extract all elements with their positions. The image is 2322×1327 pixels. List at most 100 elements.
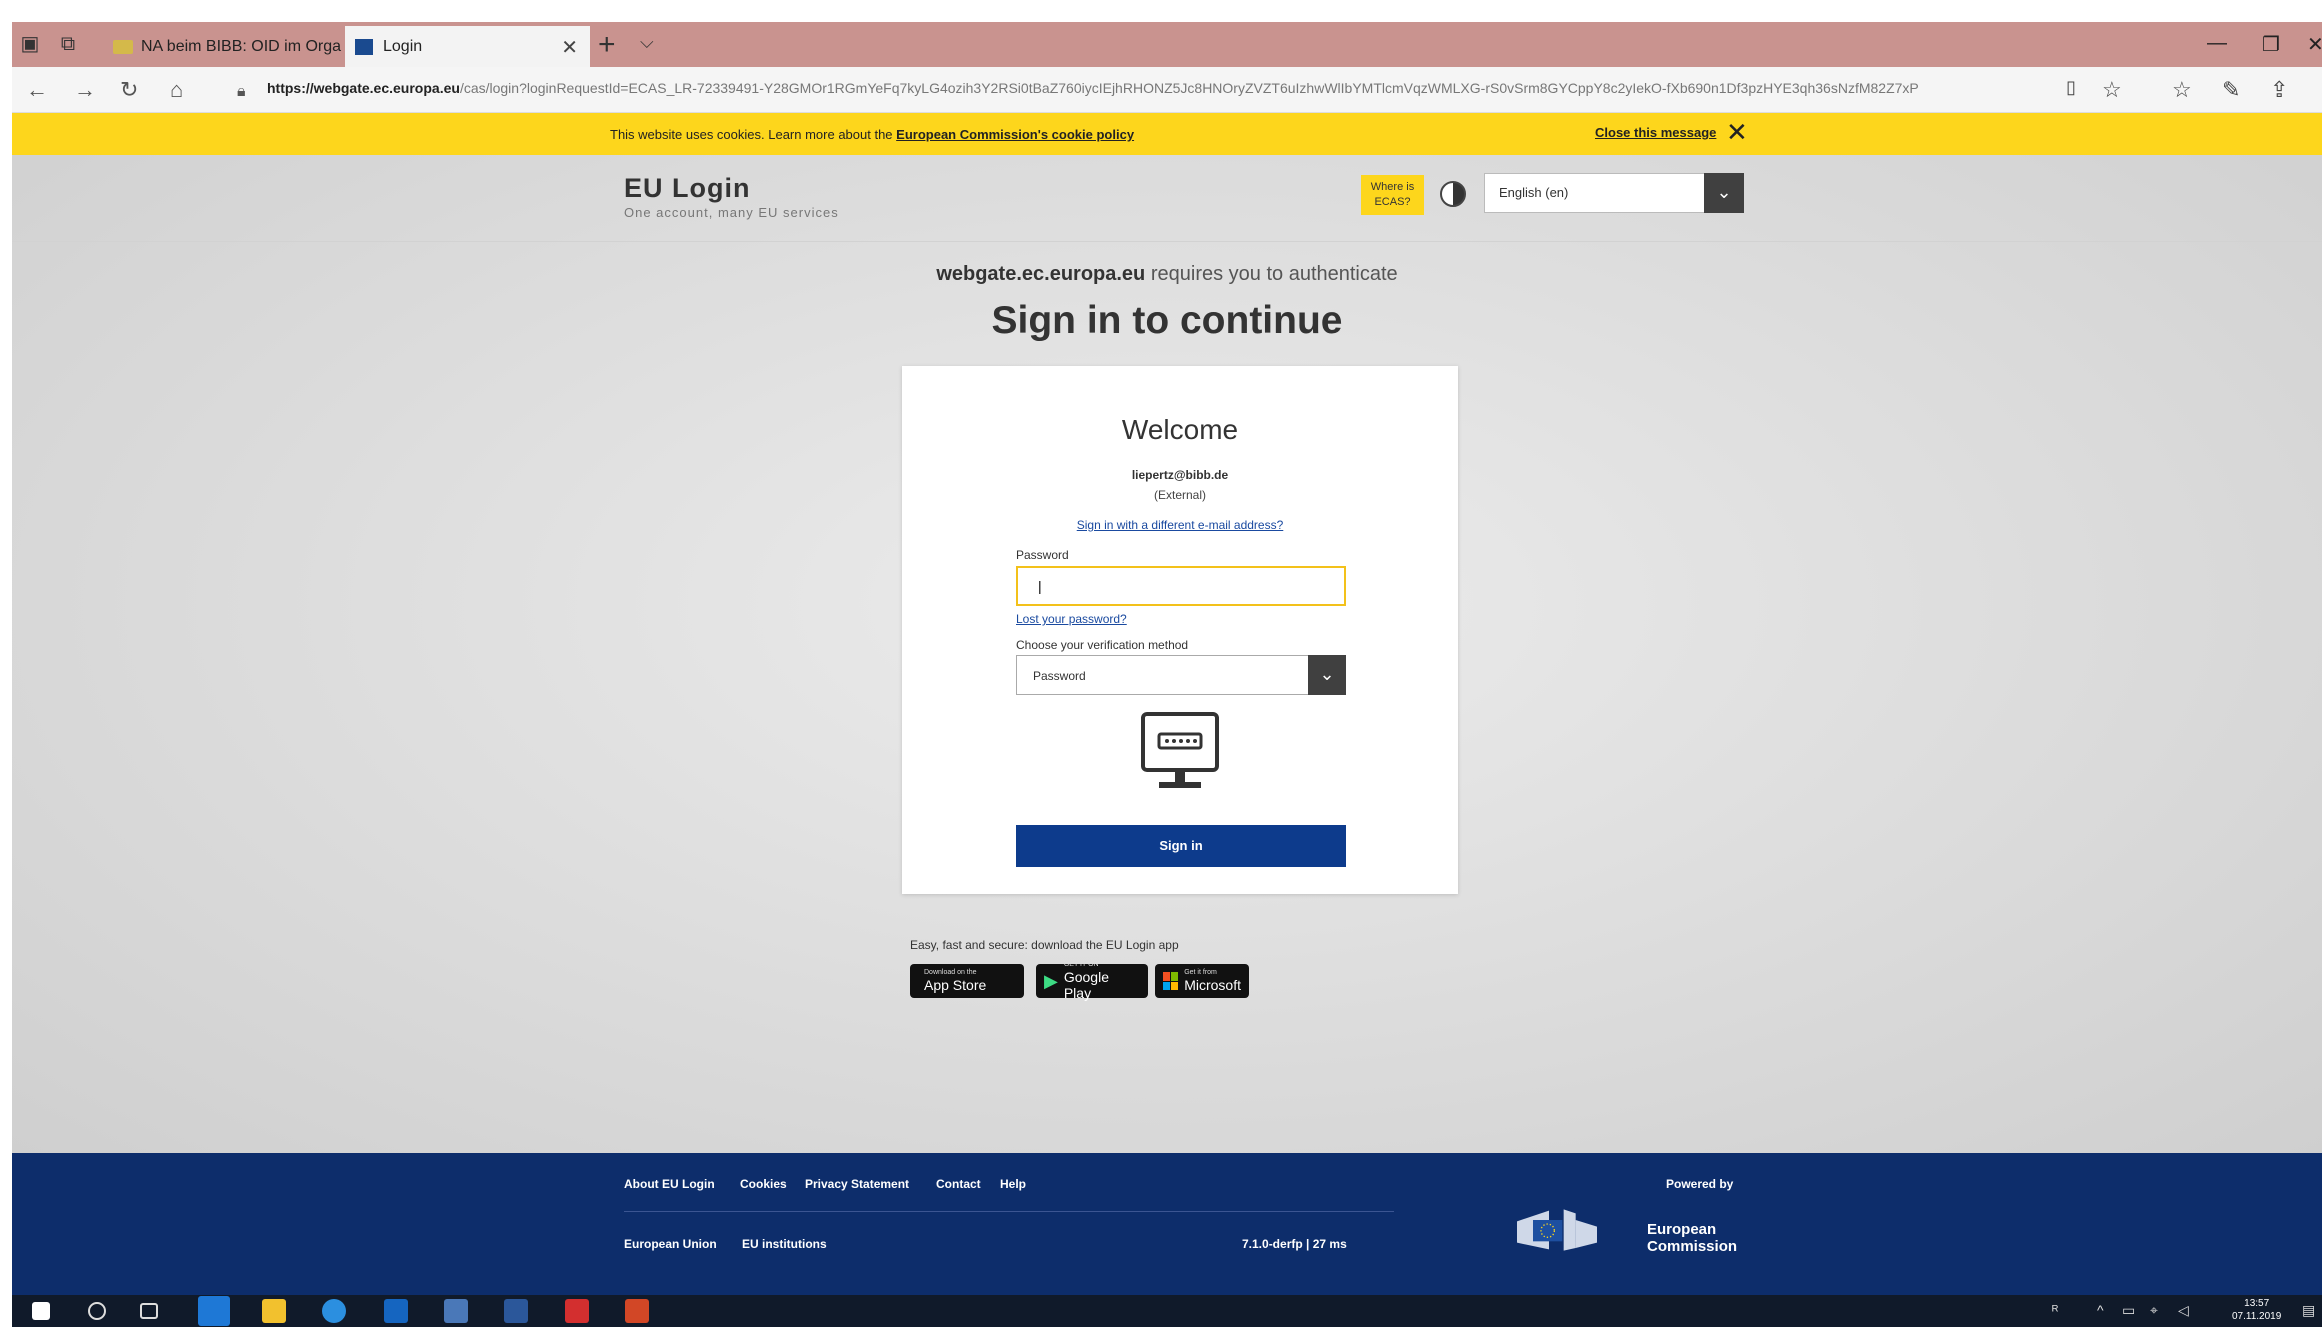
footer-link-privacy[interactable]: Privacy Statement [805,1177,909,1191]
window-close-icon[interactable]: ✕ [2307,32,2322,57]
edge-browser-icon[interactable] [198,1296,230,1326]
new-tab-icon[interactable]: + [598,28,616,62]
address-bar: ← → ↻ ⌂ 🔒︎ https://webgate.ec.europa.eu/… [12,67,2322,113]
tab-active[interactable]: Login ✕ [345,26,590,67]
search-icon[interactable] [88,1302,106,1320]
refresh-icon[interactable]: ↻ [120,77,138,103]
volume-icon[interactable]: ◁ [2178,1302,2189,1319]
lost-password-link[interactable]: Lost your password? [1016,612,1127,626]
contrast-icon[interactable] [1440,181,1466,207]
notifications-icon[interactable]: ▤ [2302,1302,2315,1319]
cookie-text: This website uses cookies. Learn more ab… [610,127,1134,142]
cookie-policy-link[interactable]: European Commission's cookie policy [896,127,1134,142]
clock-time: 13:57 [2244,1298,2270,1309]
home-icon[interactable]: ⌂ [170,77,183,103]
file-explorer-icon[interactable] [262,1299,286,1323]
battery-icon[interactable]: ▭ [2122,1302,2135,1319]
google-play-badge[interactable]: ▶ GET IT ON Google Play [1036,961,1148,1001]
verification-method-select[interactable]: Password ⌄ [1016,655,1346,695]
outlook-icon[interactable] [384,1299,408,1323]
footer-link-about[interactable]: About EU Login [624,1177,715,1191]
footer-link-help[interactable]: Help [1000,1177,1026,1191]
powerpoint-icon[interactable] [625,1299,649,1323]
login-card: Welcome liepertz@bibb.de (External) Sign… [902,366,1458,894]
brand-subtitle: One account, many EU services [624,205,839,220]
back-icon[interactable]: ← [26,77,48,103]
footer-link-eu-institutions[interactable]: EU institutions [742,1237,827,1251]
ec-name-line2: Commission [1647,1238,1738,1255]
chevron-down-icon: ⌄ [1704,173,1744,213]
restore-icon[interactable]: ❐ [2262,32,2280,57]
network-icon[interactable]: ⌖ [2150,1302,2158,1319]
app-store-small-text: Download on the [924,969,977,976]
footer-link-contact[interactable]: Contact [936,1177,981,1191]
url-host: https://webgate.ec.europa.eu [267,80,460,96]
acrobat-icon[interactable] [565,1299,589,1323]
google-play-text: Google Play [1063,969,1109,1001]
brand-title[interactable]: EU Login [624,173,750,204]
european-commission-logo-icon [1517,1209,1597,1251]
screen: ▣ ⧉ NA beim BIBB: OID im Orga Login ✕ + … [0,0,2322,1327]
sign-in-button[interactable]: Sign in [1016,825,1346,867]
chevron-down-icon[interactable]: ⌵ [640,32,654,53]
tab-inactive[interactable]: NA beim BIBB: OID im Orga [107,26,342,67]
chevron-up-icon[interactable]: ^ [2097,1302,2104,1318]
pen-notes-icon[interactable]: ✎ [2222,77,2240,103]
microsoft-text: Microsoft [1184,977,1241,993]
browser-tab-bar: ▣ ⧉ NA beim BIBB: OID im Orga Login ✕ + … [12,22,2322,67]
footer-link-cookies[interactable]: Cookies [740,1177,787,1191]
microsoft-logo-icon [1163,972,1179,990]
reading-view-icon[interactable]: ▯ [2066,77,2076,98]
cookie-banner: This website uses cookies. Learn more ab… [12,113,2322,155]
windows-start-icon[interactable] [32,1302,50,1320]
microsoft-small-text: Get it from [1184,969,1217,976]
password-label: Password [1016,548,1069,562]
footer: About EU Login Cookies Privacy Statement… [12,1153,2322,1295]
app-download-text: Easy, fast and secure: download the EU L… [910,938,1179,952]
verification-label: Choose your verification method [1016,638,1189,652]
url-path: /cas/login?loginRequestId=ECAS_LR-723394… [459,80,1919,96]
auth-host: webgate.ec.europa.eu [936,263,1146,285]
internet-explorer-icon[interactable] [322,1299,346,1323]
eu-favicon-icon [355,38,373,55]
favorite-star-icon[interactable]: ☆ [2102,77,2122,103]
minimize-icon[interactable]: — [2207,32,2227,55]
url-field[interactable]: https://webgate.ec.europa.eu/cas/login?l… [267,80,2057,102]
forward-icon[interactable]: → [74,77,96,103]
cookie-message: This website uses cookies. Learn more ab… [610,127,893,142]
header-divider [12,241,2322,242]
footer-divider [624,1211,1394,1212]
account-type: (External) [1153,488,1206,502]
word-icon[interactable] [504,1299,528,1323]
powered-by: Powered by [1666,1177,1734,1191]
language-value: English (en) [1499,185,1569,200]
close-message-link[interactable]: Close this message [1595,125,1716,140]
microsoft-store-badge[interactable]: Get it from Microsoft [1155,964,1249,998]
people-icon[interactable]: ᴿ [2052,1302,2058,1318]
tab-close-icon[interactable]: ✕ [561,35,578,60]
favorites-hub-icon[interactable]: ☆ [2172,77,2192,103]
european-commission-name: European Commission [1647,1221,1737,1255]
tab-inactive-label: NA beim BIBB: OID im Orga [141,37,342,55]
password-field[interactable] [1016,566,1346,606]
clock-date: 07.11.2019 [2232,1311,2282,1322]
ecas-badge[interactable]: Where is ECAS? [1361,175,1424,215]
set-aside-tabs-icon[interactable]: ⧉ [56,32,80,56]
welcome-heading: Welcome [1121,414,1239,445]
app-store-badge[interactable]: Download on the App Store [910,964,1024,998]
clock[interactable]: 13:57 07.11.2019 [2232,1297,2281,1323]
user-email: liepertz@bibb.de [1131,468,1229,482]
version-info: 7.1.0-derfp | 27 ms [1242,1237,1347,1251]
language-select[interactable]: English (en) ⌄ [1484,173,1744,213]
share-icon[interactable]: ⇪ [2270,77,2288,103]
different-email-link[interactable]: Sign in with a different e-mail address? [902,518,1458,532]
tab-actions-icon[interactable]: ▣ [18,32,42,56]
tab-active-label: Login [383,37,423,55]
close-icon[interactable]: ✕ [1726,117,1748,147]
monitor-app-icon[interactable] [444,1299,468,1323]
page-content: EU Login One account, many EU services W… [12,155,2322,1153]
password-monitor-icon [1141,712,1219,788]
auth-message: webgate.ec.europa.eu requires you to aut… [12,263,2322,286]
footer-link-european-union[interactable]: European Union [624,1237,717,1251]
task-view-icon[interactable] [140,1303,158,1319]
